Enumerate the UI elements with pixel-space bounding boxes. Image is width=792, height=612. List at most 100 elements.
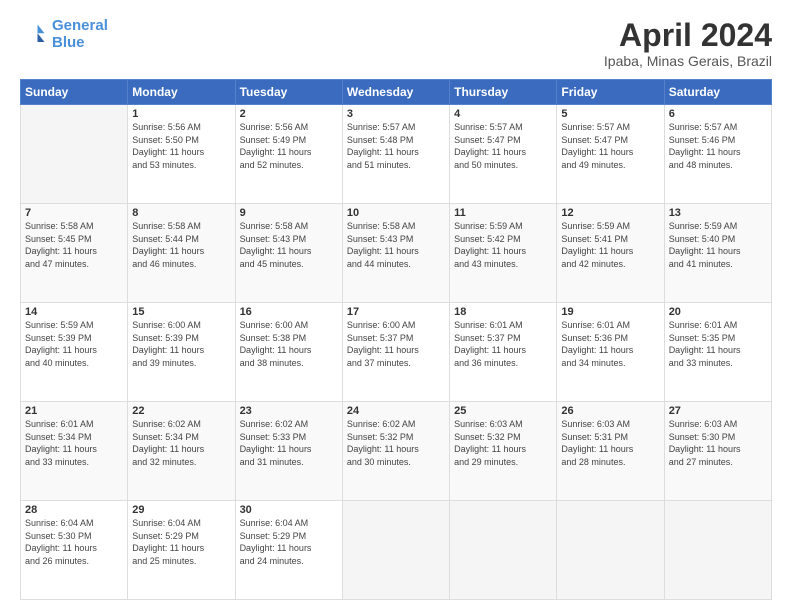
day-number: 9 xyxy=(240,207,338,219)
calendar-cell: 22Sunrise: 6:02 AM Sunset: 5:34 PM Dayli… xyxy=(128,402,235,501)
day-number: 16 xyxy=(240,306,338,318)
day-info: Sunrise: 6:00 AM Sunset: 5:39 PM Dayligh… xyxy=(132,319,230,369)
calendar-cell: 17Sunrise: 6:00 AM Sunset: 5:37 PM Dayli… xyxy=(342,303,449,402)
calendar-week-row: 21Sunrise: 6:01 AM Sunset: 5:34 PM Dayli… xyxy=(21,402,772,501)
day-number: 17 xyxy=(347,306,445,318)
weekday-header: Wednesday xyxy=(342,80,449,105)
day-number: 6 xyxy=(669,108,767,120)
day-number: 24 xyxy=(347,405,445,417)
title-block: April 2024 Ipaba, Minas Gerais, Brazil xyxy=(604,18,772,69)
day-info: Sunrise: 6:00 AM Sunset: 5:38 PM Dayligh… xyxy=(240,319,338,369)
calendar-cell xyxy=(21,105,128,204)
calendar-table: SundayMondayTuesdayWednesdayThursdayFrid… xyxy=(20,79,772,600)
calendar-cell: 4Sunrise: 5:57 AM Sunset: 5:47 PM Daylig… xyxy=(450,105,557,204)
weekday-header: Sunday xyxy=(21,80,128,105)
day-info: Sunrise: 6:01 AM Sunset: 5:36 PM Dayligh… xyxy=(561,319,659,369)
calendar-cell: 24Sunrise: 6:02 AM Sunset: 5:32 PM Dayli… xyxy=(342,402,449,501)
page: General Blue April 2024 Ipaba, Minas Ger… xyxy=(0,0,792,612)
logo-general: General xyxy=(52,17,108,34)
day-info: Sunrise: 6:04 AM Sunset: 5:30 PM Dayligh… xyxy=(25,517,123,567)
day-info: Sunrise: 6:04 AM Sunset: 5:29 PM Dayligh… xyxy=(132,517,230,567)
day-number: 2 xyxy=(240,108,338,120)
calendar-cell: 7Sunrise: 5:58 AM Sunset: 5:45 PM Daylig… xyxy=(21,204,128,303)
day-info: Sunrise: 5:57 AM Sunset: 5:47 PM Dayligh… xyxy=(454,121,552,171)
day-number: 1 xyxy=(132,108,230,120)
day-info: Sunrise: 6:04 AM Sunset: 5:29 PM Dayligh… xyxy=(240,517,338,567)
weekday-header: Friday xyxy=(557,80,664,105)
logo-icon xyxy=(20,21,48,49)
calendar-cell xyxy=(557,501,664,600)
calendar-cell: 30Sunrise: 6:04 AM Sunset: 5:29 PM Dayli… xyxy=(235,501,342,600)
calendar-cell: 23Sunrise: 6:02 AM Sunset: 5:33 PM Dayli… xyxy=(235,402,342,501)
main-title: April 2024 xyxy=(604,18,772,53)
day-number: 5 xyxy=(561,108,659,120)
weekday-header: Monday xyxy=(128,80,235,105)
day-info: Sunrise: 6:02 AM Sunset: 5:32 PM Dayligh… xyxy=(347,418,445,468)
calendar-cell xyxy=(342,501,449,600)
day-info: Sunrise: 6:02 AM Sunset: 5:33 PM Dayligh… xyxy=(240,418,338,468)
weekday-header: Tuesday xyxy=(235,80,342,105)
calendar-cell: 13Sunrise: 5:59 AM Sunset: 5:40 PM Dayli… xyxy=(664,204,771,303)
calendar-cell: 26Sunrise: 6:03 AM Sunset: 5:31 PM Dayli… xyxy=(557,402,664,501)
calendar-cell: 12Sunrise: 5:59 AM Sunset: 5:41 PM Dayli… xyxy=(557,204,664,303)
calendar-cell: 8Sunrise: 5:58 AM Sunset: 5:44 PM Daylig… xyxy=(128,204,235,303)
day-info: Sunrise: 6:01 AM Sunset: 5:35 PM Dayligh… xyxy=(669,319,767,369)
day-info: Sunrise: 5:56 AM Sunset: 5:50 PM Dayligh… xyxy=(132,121,230,171)
calendar-cell: 15Sunrise: 6:00 AM Sunset: 5:39 PM Dayli… xyxy=(128,303,235,402)
logo-text: General Blue xyxy=(52,18,108,51)
day-info: Sunrise: 5:58 AM Sunset: 5:43 PM Dayligh… xyxy=(240,220,338,270)
day-info: Sunrise: 6:01 AM Sunset: 5:34 PM Dayligh… xyxy=(25,418,123,468)
calendar-cell: 11Sunrise: 5:59 AM Sunset: 5:42 PM Dayli… xyxy=(450,204,557,303)
calendar-cell: 9Sunrise: 5:58 AM Sunset: 5:43 PM Daylig… xyxy=(235,204,342,303)
calendar-cell: 16Sunrise: 6:00 AM Sunset: 5:38 PM Dayli… xyxy=(235,303,342,402)
day-number: 12 xyxy=(561,207,659,219)
weekday-header: Saturday xyxy=(664,80,771,105)
day-number: 11 xyxy=(454,207,552,219)
calendar-cell: 2Sunrise: 5:56 AM Sunset: 5:49 PM Daylig… xyxy=(235,105,342,204)
logo: General Blue xyxy=(20,18,108,51)
day-info: Sunrise: 6:03 AM Sunset: 5:32 PM Dayligh… xyxy=(454,418,552,468)
calendar-cell: 21Sunrise: 6:01 AM Sunset: 5:34 PM Dayli… xyxy=(21,402,128,501)
day-number: 7 xyxy=(25,207,123,219)
calendar-cell: 28Sunrise: 6:04 AM Sunset: 5:30 PM Dayli… xyxy=(21,501,128,600)
day-number: 22 xyxy=(132,405,230,417)
day-number: 4 xyxy=(454,108,552,120)
day-number: 10 xyxy=(347,207,445,219)
day-info: Sunrise: 5:57 AM Sunset: 5:46 PM Dayligh… xyxy=(669,121,767,171)
day-number: 29 xyxy=(132,504,230,516)
subtitle: Ipaba, Minas Gerais, Brazil xyxy=(604,53,772,69)
day-number: 19 xyxy=(561,306,659,318)
day-number: 23 xyxy=(240,405,338,417)
weekday-header: Thursday xyxy=(450,80,557,105)
calendar-cell: 1Sunrise: 5:56 AM Sunset: 5:50 PM Daylig… xyxy=(128,105,235,204)
calendar-week-row: 7Sunrise: 5:58 AM Sunset: 5:45 PM Daylig… xyxy=(21,204,772,303)
calendar-cell: 18Sunrise: 6:01 AM Sunset: 5:37 PM Dayli… xyxy=(450,303,557,402)
calendar-cell: 25Sunrise: 6:03 AM Sunset: 5:32 PM Dayli… xyxy=(450,402,557,501)
day-info: Sunrise: 6:03 AM Sunset: 5:30 PM Dayligh… xyxy=(669,418,767,468)
day-info: Sunrise: 5:59 AM Sunset: 5:41 PM Dayligh… xyxy=(561,220,659,270)
day-number: 21 xyxy=(25,405,123,417)
day-info: Sunrise: 5:59 AM Sunset: 5:40 PM Dayligh… xyxy=(669,220,767,270)
day-number: 28 xyxy=(25,504,123,516)
day-number: 30 xyxy=(240,504,338,516)
day-info: Sunrise: 6:01 AM Sunset: 5:37 PM Dayligh… xyxy=(454,319,552,369)
calendar-cell: 20Sunrise: 6:01 AM Sunset: 5:35 PM Dayli… xyxy=(664,303,771,402)
day-number: 8 xyxy=(132,207,230,219)
day-info: Sunrise: 6:00 AM Sunset: 5:37 PM Dayligh… xyxy=(347,319,445,369)
day-number: 27 xyxy=(669,405,767,417)
day-info: Sunrise: 5:58 AM Sunset: 5:44 PM Dayligh… xyxy=(132,220,230,270)
calendar-cell: 27Sunrise: 6:03 AM Sunset: 5:30 PM Dayli… xyxy=(664,402,771,501)
day-number: 3 xyxy=(347,108,445,120)
day-info: Sunrise: 5:56 AM Sunset: 5:49 PM Dayligh… xyxy=(240,121,338,171)
day-number: 13 xyxy=(669,207,767,219)
day-number: 20 xyxy=(669,306,767,318)
calendar-cell: 29Sunrise: 6:04 AM Sunset: 5:29 PM Dayli… xyxy=(128,501,235,600)
calendar-header-row: SundayMondayTuesdayWednesdayThursdayFrid… xyxy=(21,80,772,105)
day-info: Sunrise: 5:57 AM Sunset: 5:47 PM Dayligh… xyxy=(561,121,659,171)
header: General Blue April 2024 Ipaba, Minas Ger… xyxy=(20,18,772,69)
calendar-cell: 3Sunrise: 5:57 AM Sunset: 5:48 PM Daylig… xyxy=(342,105,449,204)
calendar-week-row: 14Sunrise: 5:59 AM Sunset: 5:39 PM Dayli… xyxy=(21,303,772,402)
day-number: 15 xyxy=(132,306,230,318)
calendar-week-row: 28Sunrise: 6:04 AM Sunset: 5:30 PM Dayli… xyxy=(21,501,772,600)
logo-blue: Blue xyxy=(52,34,85,51)
